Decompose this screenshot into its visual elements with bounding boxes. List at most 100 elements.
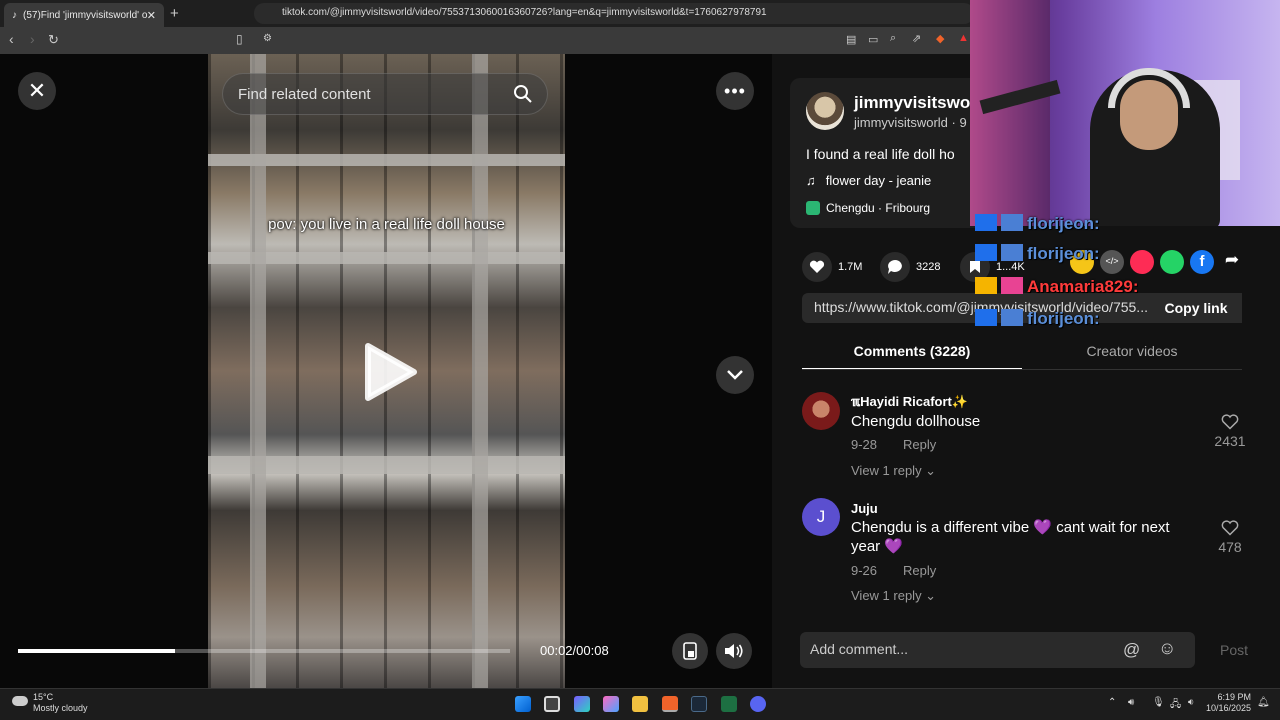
weather-text: Mostly cloudy <box>33 703 88 713</box>
taskbar-clock[interactable]: 6:19 PM 10/16/2025 <box>1206 692 1251 714</box>
like-button[interactable]: 1.7M <box>802 252 862 282</box>
location-tag[interactable]: Chengdu · Fribourg <box>806 201 930 215</box>
music-link[interactable]: ♫ flower day - jeanie <box>806 173 931 188</box>
weather-widget[interactable]: 15°C Mostly cloudy <box>12 692 88 714</box>
comment-button[interactable]: 3228 <box>880 252 940 282</box>
back-icon[interactable]: ‹ <box>9 31 14 47</box>
chat-message: Anamaria829: <box>975 277 1139 297</box>
like-count: 1.7M <box>838 261 863 273</box>
widgets-icon[interactable] <box>574 696 590 712</box>
start-icon[interactable] <box>515 696 531 712</box>
network-icon[interactable]: 🖧︎ <box>1170 697 1181 714</box>
author-handle[interactable]: jimmyvisitsworld · 9 <box>854 115 967 130</box>
tab-title: (57)Find 'jimmyvisitsworld' o <box>23 9 147 21</box>
comment-meta: 9-28 Reply <box>851 437 936 452</box>
url-field[interactable]: tiktok.com/@jimmyvisitsworld/video/75537… <box>254 3 974 24</box>
video-progress-bar[interactable] <box>18 649 510 653</box>
chat-badge-icon <box>975 214 997 231</box>
chat-message: florijeon: <box>975 244 1100 264</box>
avatar[interactable]: J <box>802 498 840 536</box>
chat-emote-icon <box>1001 244 1023 261</box>
more-icon: ••• <box>724 80 746 101</box>
discord-icon[interactable] <box>750 696 766 712</box>
zoom-icon[interactable]: ⌕ <box>890 32 896 45</box>
steam-icon[interactable] <box>691 696 707 712</box>
next-video-button[interactable] <box>716 356 754 394</box>
webcam-overlay <box>970 0 1280 226</box>
comment-like-button[interactable]: 2431 <box>1210 414 1250 449</box>
video-time: 00:02/00:08 <box>540 643 609 658</box>
volume-tray-icon[interactable]: 🔉︎ <box>1188 697 1194 708</box>
tray-overflow-icon[interactable]: ⌃ <box>1108 697 1116 708</box>
reply-button[interactable]: Reply <box>903 563 936 578</box>
embed-icon[interactable]: </> <box>1100 250 1124 274</box>
whatsapp-icon[interactable] <box>1160 250 1184 274</box>
view-replies-button[interactable]: View 1 reply ⌄ <box>851 588 936 604</box>
share-arrow-icon[interactable]: ➦ <box>1220 250 1244 274</box>
clock-time: 6:19 PM <box>1217 692 1252 702</box>
forward-icon[interactable]: › <box>30 31 35 47</box>
comment-text: Chengdu is a different vibe 💜 cant wait … <box>851 519 1170 555</box>
reply-button[interactable]: Reply <box>903 437 936 452</box>
notification-bell-icon[interactable]: 🔔︎ <box>1257 697 1270 708</box>
building-pillar <box>250 54 266 688</box>
audio-tray-icon[interactable]: 🔊︎ <box>1128 697 1134 708</box>
copilot-icon[interactable] <box>603 696 619 712</box>
author-username[interactable]: jimmyvisitswo <box>854 93 970 113</box>
heart-outline-icon <box>1221 520 1239 536</box>
chat-badge-icon <box>975 309 997 326</box>
browser-tab[interactable]: ♪ (57)Find 'jimmyvisitsworld' o ✕ <box>4 3 164 27</box>
avatar[interactable] <box>802 392 840 430</box>
reader-icon[interactable]: ▤ <box>846 33 856 46</box>
comment-author[interactable]: Juju <box>851 501 878 516</box>
site-info-icon[interactable]: ⚙ <box>263 33 272 44</box>
excel-icon[interactable] <box>721 696 737 712</box>
search-input[interactable]: Find related content <box>238 86 371 103</box>
emoji-icon[interactable]: ☺ <box>1158 638 1176 659</box>
comment-icon <box>880 252 910 282</box>
search-icon[interactable] <box>513 84 533 109</box>
comment-like-button[interactable]: 478 <box>1210 520 1250 555</box>
mention-icon[interactable]: @ <box>1123 640 1140 660</box>
more-options-button[interactable]: ••• <box>716 72 754 110</box>
chat-username: Anamaria829: <box>1027 277 1139 296</box>
avatar[interactable] <box>806 92 844 130</box>
play-icon[interactable] <box>362 342 418 407</box>
post-description: I found a real life doll ho <box>806 146 955 162</box>
tab-creator-videos[interactable]: Creator videos <box>1022 336 1242 370</box>
brave-icon[interactable] <box>662 696 678 712</box>
temperature: 15°C <box>33 692 54 702</box>
tiktok-icon: ♪ <box>12 9 17 21</box>
post-comment-button[interactable]: Post <box>1220 642 1248 658</box>
brave-shield-icon[interactable]: ◆ <box>936 32 944 45</box>
volume-icon <box>725 644 743 658</box>
tab-comments[interactable]: Comments (3228) <box>802 336 1022 370</box>
comment-author[interactable]: ℼHayidi Ricafort✨ <box>851 394 968 410</box>
chat-message: florijeon: <box>975 214 1100 234</box>
cloud-icon <box>12 696 28 706</box>
copy-link-button[interactable]: Copy link <box>1150 293 1242 323</box>
chat-username: florijeon: <box>1027 244 1100 263</box>
new-tab-button[interactable]: + <box>170 5 179 22</box>
comment-input[interactable]: Add comment... @ ☺ <box>800 632 1195 668</box>
comment-count: 3228 <box>916 261 941 273</box>
related-search-box[interactable]: Find related content <box>222 73 548 115</box>
comment-date: 9-28 <box>851 437 878 452</box>
mic-tray-icon[interactable]: 🎙︎ <box>1152 697 1165 708</box>
view-replies-button[interactable]: View 1 reply ⌄ <box>851 463 936 479</box>
picture-in-picture-button[interactable] <box>672 633 708 669</box>
chevron-down-icon <box>727 370 743 380</box>
location-pin-icon <box>806 201 820 215</box>
bookmark-icon[interactable]: ▯ <box>236 32 243 46</box>
cast-icon[interactable]: ▭ <box>868 33 878 46</box>
share-page-icon[interactable]: ⇗ <box>912 32 921 45</box>
volume-button[interactable] <box>716 633 752 669</box>
task-view-icon[interactable] <box>544 696 560 712</box>
brave-rewards-icon[interactable]: ▲ <box>958 32 969 44</box>
file-explorer-icon[interactable] <box>632 696 648 712</box>
facebook-icon[interactable]: f <box>1190 250 1214 274</box>
reload-icon[interactable]: ↻ <box>48 32 59 48</box>
send-icon[interactable] <box>1130 250 1154 274</box>
close-tab-icon[interactable]: ✕ <box>147 9 156 22</box>
close-video-button[interactable]: ✕ <box>18 72 56 110</box>
